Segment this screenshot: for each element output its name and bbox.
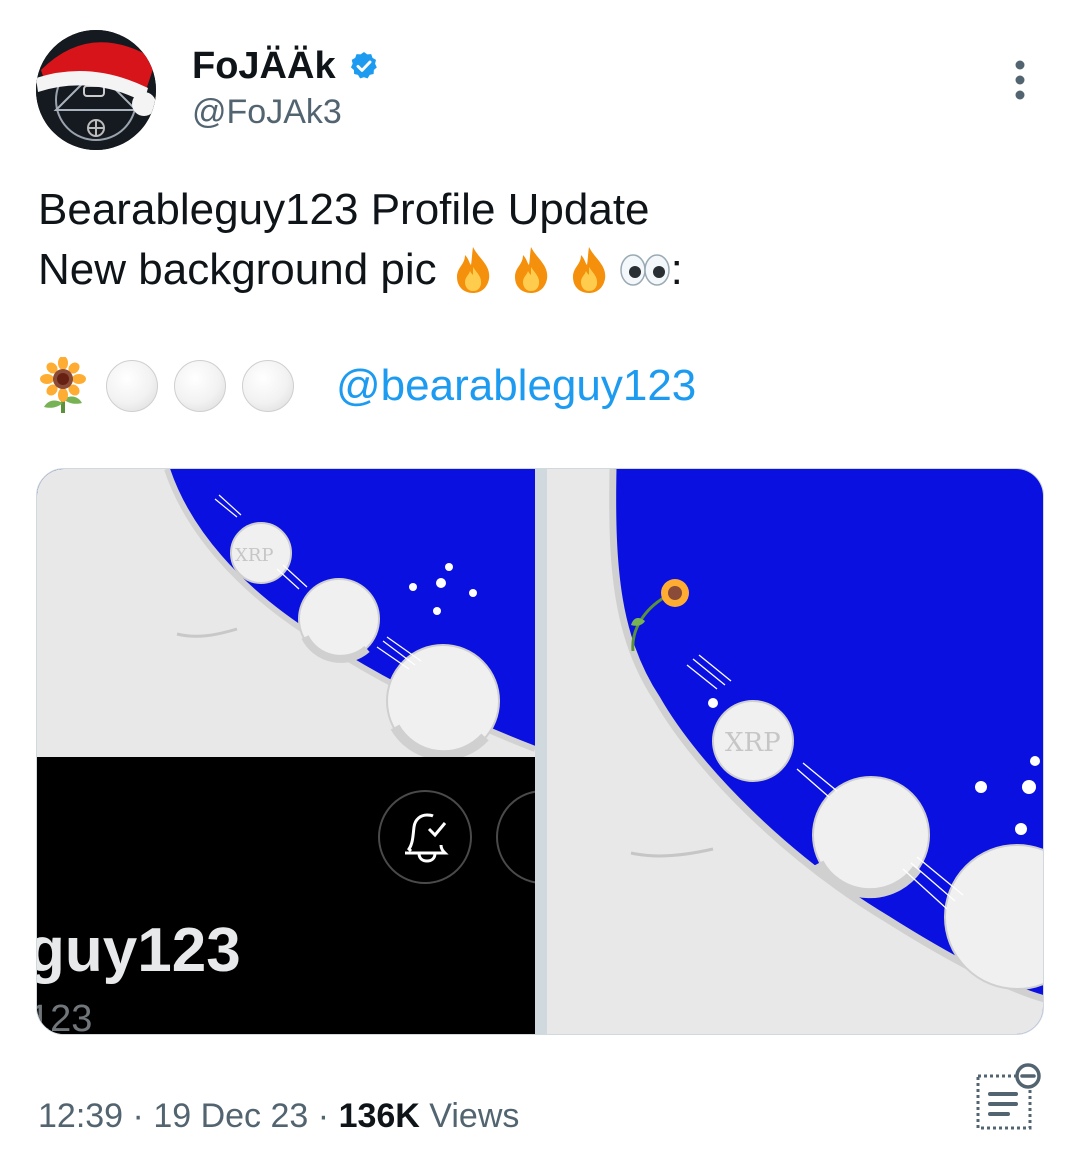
tweet-date[interactable]: 19 Dec 23 — [153, 1097, 308, 1135]
tweet-line-2-suffix: : — [670, 245, 683, 294]
author-handle[interactable]: @FoJAk3 — [192, 92, 342, 132]
verified-badge-icon — [350, 52, 377, 79]
white-circle-emoji — [242, 360, 294, 412]
eyes-emoji — [619, 254, 670, 286]
tweet-line-2-text: New background pic — [38, 245, 437, 294]
white-circle-emoji — [106, 360, 158, 412]
coin-label-right: XRP — [725, 728, 781, 758]
fire-emoji — [514, 247, 547, 293]
background-pic-image: XRP — [547, 469, 1043, 1034]
emoji-mention-row: @bearableguy123 — [38, 356, 696, 416]
tweet-line-1: Bearableguy123 Profile Update — [38, 185, 650, 234]
coin-label-left: XRP — [235, 545, 273, 566]
more-options-icon[interactable] — [1002, 58, 1038, 102]
media-image-right[interactable]: XRP — [547, 469, 1043, 1034]
santa-hat-avatar-icon — [36, 30, 156, 150]
display-name-text: FoJÄÄk — [192, 45, 336, 87]
tweet-time[interactable]: 12:39 — [38, 1097, 123, 1135]
tweet-text: Bearableguy123 Profile Update New backgr… — [38, 180, 1038, 300]
profile-name-fragment: guy123 — [37, 916, 241, 985]
sunflower-emoji — [40, 357, 86, 413]
meta-separator: · — [132, 1097, 144, 1135]
white-circle-emoji — [174, 360, 226, 412]
author-display-name[interactable]: FoJÄÄk — [192, 44, 380, 88]
views-label: Views — [429, 1097, 520, 1135]
tweet-meta: 12:39 · 19 Dec 23 · 136K Views — [38, 1094, 519, 1138]
mention-link[interactable]: @bearableguy123 — [336, 361, 696, 411]
fire-emoji — [572, 247, 605, 293]
reader-mode-icon[interactable] — [972, 1060, 1046, 1134]
profile-screenshot-image: XRP guy123 23 — [37, 469, 535, 1035]
tweet-line-2: New background pic : — [38, 240, 1038, 300]
media-image-left[interactable]: XRP guy123 23 — [37, 469, 535, 1035]
meta-separator: · — [317, 1097, 330, 1135]
tweet-media-grid: XRP guy123 23 XRP — [36, 468, 1044, 1035]
views-count: 136K — [338, 1097, 420, 1135]
author-avatar[interactable] — [36, 30, 156, 150]
fire-emoji — [456, 247, 489, 293]
profile-handle-fragment: 123 — [37, 998, 92, 1035]
